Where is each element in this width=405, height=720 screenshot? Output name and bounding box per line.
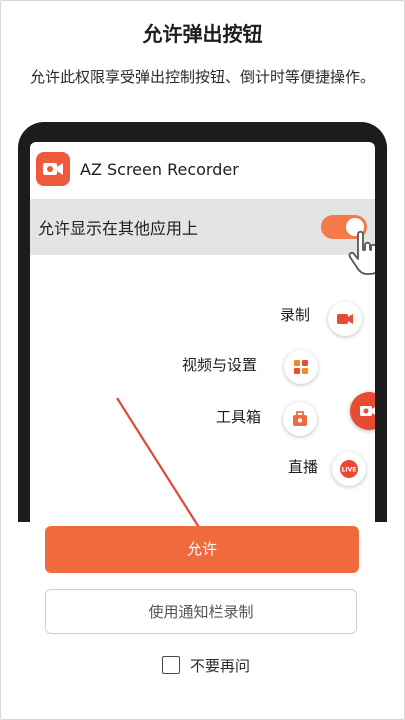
app-row: AZ Screen Recorder (30, 142, 375, 198)
menu-label-video-settings: 视频与设置 (182, 356, 258, 374)
floating-record-button (350, 392, 375, 430)
dont-ask-again-label[interactable]: 不要再问 (190, 655, 250, 676)
permission-row: 允许显示在其他应用上 (30, 199, 375, 255)
phone-mockup: AZ Screen Recorder 允许显示在其他应用上 录制 视频与设置 工… (18, 122, 387, 522)
menu-label-live: 直播 (288, 458, 319, 476)
menu-label-toolbox: 工具箱 (216, 408, 262, 426)
live-badge-text: LIVE (342, 467, 357, 474)
live-icon: LIVE (332, 452, 366, 486)
menu-item-live: 直播 LIVE (288, 452, 375, 488)
menu-label-record: 录制 (280, 306, 311, 324)
toolbox-icon (283, 402, 317, 436)
grid-icon (284, 350, 318, 384)
menu-item-record: 录制 (280, 302, 370, 338)
dialog-title: 允许弹出按钮 (142, 22, 263, 46)
app-logo-icon (36, 152, 70, 186)
allow-button[interactable]: 允许 (45, 526, 359, 573)
dont-ask-again-checkbox[interactable] (162, 656, 180, 674)
camcorder-icon (328, 302, 362, 336)
pointer-hand-icon (348, 230, 375, 280)
phone-screen: AZ Screen Recorder 允许显示在其他应用上 录制 视频与设置 工… (30, 142, 375, 522)
menu-item-video-settings: 视频与设置 (182, 350, 322, 386)
app-name: AZ Screen Recorder (80, 160, 239, 179)
menu-item-toolbox: 工具箱 (216, 402, 326, 438)
dialog-subtitle: 允许此权限享受弹出控制按钮、倒计时等便捷操作。 (29, 68, 375, 86)
use-notification-bar-button[interactable]: 使用通知栏录制 (45, 589, 357, 634)
permission-label: 允许显示在其他应用上 (38, 219, 199, 238)
